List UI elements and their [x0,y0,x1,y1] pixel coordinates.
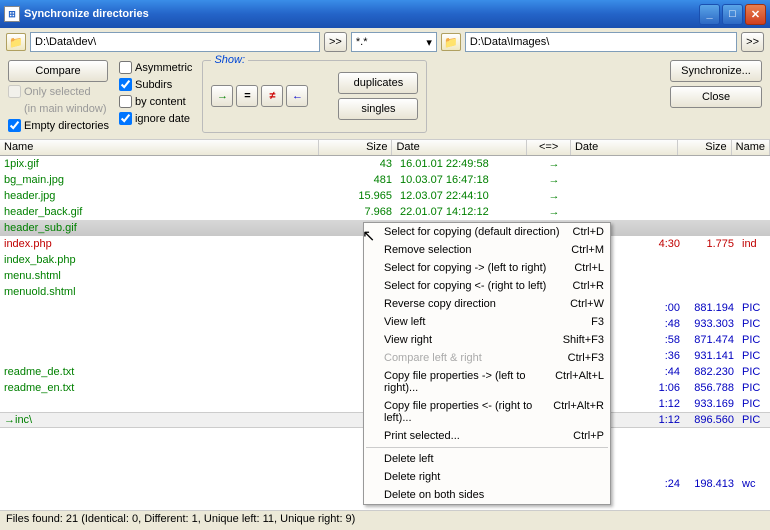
file-row[interactable]: header_back.gif7.96822.01.07 14:12:12→ [0,204,770,220]
show-right-arrow-button[interactable]: → [211,85,233,107]
close-button[interactable]: ✕ [745,4,766,25]
file-row-right[interactable]: :48933.303PIC [614,316,770,332]
menu-item[interactable]: Copy file properties <- (right to left).… [364,397,610,427]
file-row-right[interactable] [614,252,770,268]
col-name-left[interactable]: Name [0,140,319,155]
left-ff-button[interactable]: >> [324,32,347,52]
menu-item[interactable]: Delete right [364,468,610,486]
file-row-right[interactable]: :58871.474PIC [614,332,770,348]
cursor-icon: ↖ [362,226,375,246]
menu-item[interactable]: View leftF3 [364,313,610,331]
file-row-right[interactable]: :00881.194PIC [614,300,770,316]
window-title: Synchronize directories [24,8,699,20]
asymmetric-check[interactable]: Asymmetric [119,60,192,75]
compare-button[interactable]: Compare [8,60,108,82]
file-row-right[interactable]: :24198.413wc [614,476,770,492]
menu-item[interactable]: Delete left [364,450,610,468]
col-date-right[interactable]: Date [571,140,678,155]
subdirs-check[interactable]: Subdirs [119,77,192,92]
col-size-left[interactable]: Size [319,140,392,155]
controls-area: Compare Only selected (in main window) E… [0,56,770,139]
main-window-label: (in main window) [8,101,109,116]
file-row[interactable]: bg_main.jpg48110.03.07 16:47:18→ [0,172,770,188]
col-size-right[interactable]: Size [678,140,732,155]
file-row-right[interactable]: 4:301.775ind [614,236,770,252]
right-ff-button[interactable]: >> [741,32,764,52]
menu-separator [366,447,608,448]
left-path-input[interactable]: D:\Data\dev\ [30,32,320,52]
synchronize-button[interactable]: Synchronize... [670,60,762,82]
menu-item[interactable]: Delete on both sides [364,486,610,504]
bycontent-check[interactable]: by content [119,94,192,109]
path-toolbar: 📁 D:\Data\dev\ >> *.*▾ 📁 D:\Data\Images\… [0,28,770,56]
show-label: Show: [211,54,248,66]
file-row[interactable]: 1pix.gif4316.01.01 22:49:58→ [0,156,770,172]
col-direction[interactable]: <=> [527,140,571,155]
filter-combo[interactable]: *.*▾ [351,32,437,52]
menu-item[interactable]: Select for copying -> (left to right)Ctr… [364,259,610,277]
menu-item[interactable]: Reverse copy directionCtrl+W [364,295,610,313]
context-menu: Select for copying (default direction)Ct… [363,222,611,505]
menu-item[interactable]: Print selected...Ctrl+P [364,427,610,445]
titlebar: ⊞ Synchronize directories _ □ ✕ [0,0,770,28]
right-path-input[interactable]: D:\Data\Images\ [465,32,737,52]
menu-item[interactable]: Remove selectionCtrl+M [364,241,610,259]
app-icon: ⊞ [4,6,20,22]
menu-item[interactable]: Select for copying <- (right to left)Ctr… [364,277,610,295]
maximize-button[interactable]: □ [722,4,743,25]
col-date-left[interactable]: Date [392,140,527,155]
file-row-right[interactable] [614,268,770,284]
file-row-right[interactable]: :44882.230PIC [614,364,770,380]
col-name-right[interactable]: Name [732,140,770,155]
close-dialog-button[interactable]: Close [670,86,762,108]
file-row-right[interactable]: 1:12896.560PIC [614,412,770,428]
file-row-right[interactable]: :36931.141PIC [614,348,770,364]
show-equal-button[interactable]: = [236,85,258,107]
menu-item[interactable]: Copy file properties -> (left to right).… [364,367,610,397]
file-row-right[interactable] [614,284,770,300]
file-row[interactable]: header.jpg15.96512.03.07 22:44:10→ [0,188,770,204]
statusbar: Files found: 21 (Identical: 0, Different… [0,510,770,530]
chevron-down-icon: ▾ [426,36,432,49]
file-row-right[interactable]: 1:12933.169PIC [614,396,770,412]
folder-left-icon[interactable]: 📁 [6,33,26,51]
menu-item[interactable]: View rightShift+F3 [364,331,610,349]
duplicates-button[interactable]: duplicates [338,72,418,94]
menu-item: Compare left & rightCtrl+F3 [364,349,610,367]
show-left-arrow-button[interactable]: ← [286,85,308,107]
menu-item[interactable]: Select for copying (default direction)Ct… [364,223,610,241]
singles-button[interactable]: singles [338,98,418,120]
only-selected-check: Only selected [8,84,109,99]
empty-dirs-check[interactable]: Empty directories [8,118,109,133]
show-notequal-button[interactable]: ≠ [261,85,283,107]
file-row-right[interactable]: 1:06856.788PIC [614,380,770,396]
show-group: Show: → = ≠ ← duplicates singles [202,60,427,133]
minimize-button[interactable]: _ [699,4,720,25]
ignoredate-check[interactable]: ignore date [119,111,192,126]
folder-right-icon[interactable]: 📁 [441,33,461,51]
list-header: Name Size Date <=> Date Size Name [0,139,770,156]
